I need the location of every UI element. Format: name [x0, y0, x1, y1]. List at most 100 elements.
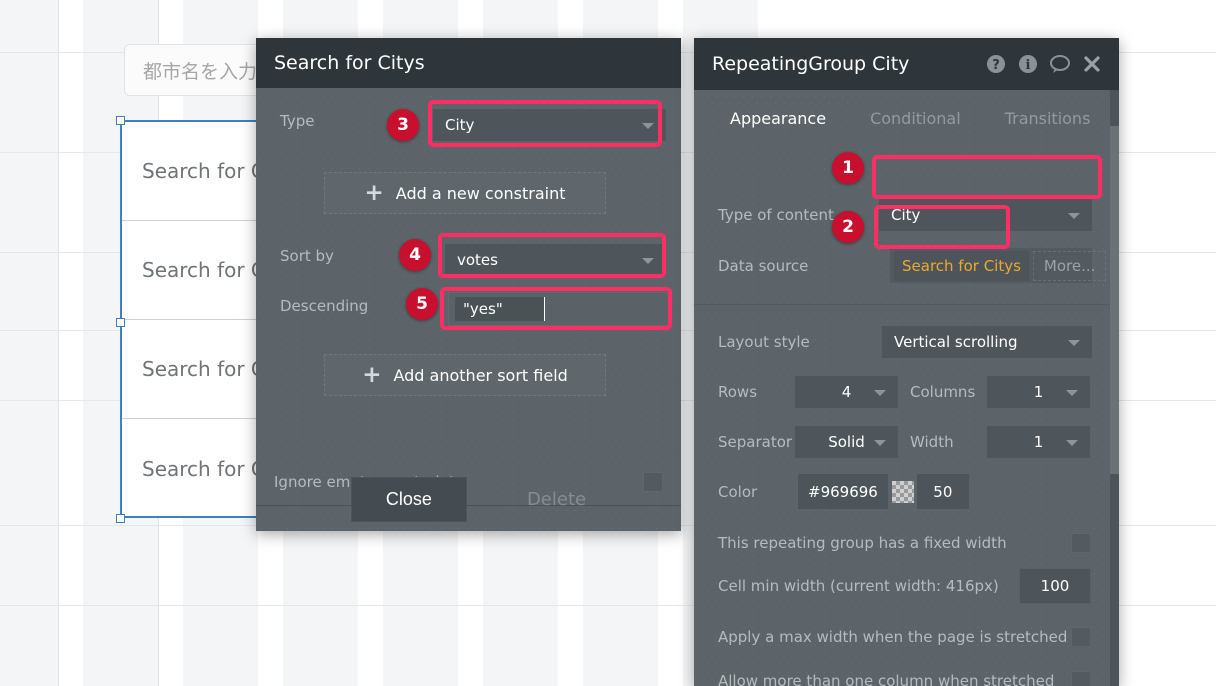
panel-titlebar: RepeatingGroup City ? i [694, 38, 1119, 90]
layout-style-label: Layout style [718, 333, 810, 351]
color-swatch-icon[interactable] [891, 480, 914, 503]
columns-dropdown[interactable]: 1 [986, 375, 1091, 409]
max-width-checkbox[interactable] [1071, 627, 1091, 647]
color-row: Color [718, 483, 757, 501]
type-of-content-dropdown[interactable]: City [878, 198, 1093, 232]
fixed-width-label: This repeating group has a fixed width [718, 534, 1007, 552]
chevron-down-icon [874, 440, 886, 446]
panel-tabs: Appearance Conditional Transitions [694, 90, 1119, 138]
sort-by-label: Sort by [280, 247, 334, 265]
separator-label: Separator [718, 433, 793, 451]
svg-text:i: i [1026, 58, 1031, 73]
info-icon[interactable]: i [1015, 51, 1041, 77]
comment-icon[interactable] [1047, 51, 1073, 77]
tab-transitions[interactable]: Transitions [983, 98, 1113, 138]
rows-label: Rows [718, 383, 758, 401]
cell-min-width-row: Cell min width (current width: 416px) 10… [718, 568, 1091, 604]
color-controls: #969696 50 [798, 474, 969, 509]
grid-line [58, 0, 59, 686]
type-label: Type [280, 112, 315, 130]
search-dialog-title: Search for Citys [274, 52, 425, 74]
layout-style-value: Vertical scrolling [894, 333, 1018, 351]
badge-5: 5 [406, 288, 438, 320]
panel-divider [694, 304, 1119, 305]
close-icon[interactable] [1079, 51, 1105, 77]
help-icon[interactable]: ? [983, 51, 1009, 77]
plus-icon: + [364, 179, 384, 206]
data-source-value[interactable]: Search for Citys [894, 250, 1029, 281]
rows-dropdown[interactable]: 4 [794, 375, 899, 409]
color-label: Color [718, 483, 758, 501]
columns-label: Columns [910, 383, 976, 401]
color-hex-field[interactable]: #969696 [798, 474, 888, 509]
separator-value: Solid [828, 433, 865, 451]
resize-handle-top-left[interactable] [116, 116, 125, 125]
panel-title-text: RepeatingGroup City [712, 53, 910, 75]
add-new-constraint-label: Add a new constraint [395, 183, 566, 203]
type-of-content-value: City [891, 206, 921, 224]
rows-value: 4 [841, 383, 852, 401]
chevron-down-icon [1068, 340, 1080, 346]
allow-columns-row[interactable]: Allow more than one column when stretche… [718, 668, 1091, 686]
sort-by-dropdown-value: votes [457, 251, 498, 269]
badge-4: 4 [399, 239, 431, 271]
layout-style-dropdown[interactable]: Vertical scrolling [881, 325, 1093, 359]
chevron-down-icon [642, 123, 654, 129]
width-dropdown[interactable]: 1 [986, 425, 1091, 459]
width-value: 1 [1033, 433, 1044, 451]
allow-columns-label: Allow more than one column when stretche… [718, 672, 1055, 686]
repeating-group-property-panel: RepeatingGroup City ? i Appearance Condi… [694, 38, 1119, 686]
descending-label: Descending [280, 297, 369, 315]
chevron-down-icon [1066, 390, 1078, 396]
add-new-constraint-button[interactable]: + Add a new constraint [324, 172, 606, 214]
cell-min-width-input[interactable]: 100 [1019, 568, 1091, 604]
max-width-label: Apply a max width when the page is stret… [718, 628, 1068, 646]
fixed-width-row[interactable]: This repeating group has a fixed width [718, 530, 1091, 556]
chevron-down-icon [1068, 213, 1080, 219]
panel-scrollbar-thumb[interactable] [1110, 126, 1119, 474]
resize-handle-bottom-left[interactable] [116, 514, 125, 523]
sort-by-row: Sort by [280, 247, 334, 265]
columns-value: 1 [1033, 383, 1044, 401]
separator-row: Separator [718, 433, 792, 451]
data-source-label: Data source [718, 257, 809, 275]
type-of-content-row: Type of content [718, 206, 834, 224]
resize-handle-middle-left[interactable] [116, 318, 125, 327]
tab-conditional[interactable]: Conditional [848, 98, 983, 138]
color-opacity-field[interactable]: 50 [916, 474, 969, 509]
chevron-down-icon [874, 390, 886, 396]
badge-1: 1 [832, 152, 864, 184]
plus-icon: + [362, 361, 382, 388]
data-source-field[interactable]: Search for Citys More... [890, 248, 1107, 283]
add-another-sort-field-button[interactable]: + Add another sort field [324, 354, 606, 396]
search-dialog-titlebar: Search for Citys [256, 38, 681, 88]
separator-dropdown[interactable]: Solid [794, 425, 899, 459]
descending-row: Descending [280, 297, 368, 315]
sort-by-dropdown[interactable]: votes [444, 243, 667, 277]
chevron-down-icon [1066, 440, 1078, 446]
badge-3: 3 [387, 109, 419, 141]
panel-scrollbar-track[interactable] [1110, 90, 1119, 686]
tab-appearance[interactable]: Appearance [708, 98, 849, 138]
delete-button[interactable]: Delete [527, 489, 586, 510]
close-button[interactable]: Close [350, 477, 467, 522]
grid-column [0, 0, 58, 686]
columns-row: Columns [910, 383, 975, 401]
search-for-citys-dialog: Search for Citys Type City + Add a new c… [256, 38, 681, 531]
svg-text:?: ? [992, 58, 1000, 73]
cell-min-width-label: Cell min width (current width: 416px) [718, 577, 999, 595]
width-row: Width [910, 433, 954, 451]
descending-value: "yes" [455, 297, 545, 321]
type-dropdown-value: City [445, 116, 475, 134]
descending-expression-field[interactable]: "yes" [448, 292, 671, 326]
type-of-content-label: Type of content [718, 206, 834, 224]
fixed-width-checkbox[interactable] [1071, 533, 1091, 553]
max-width-row[interactable]: Apply a max width when the page is stret… [718, 624, 1091, 650]
width-label: Width [910, 433, 954, 451]
data-source-more-button[interactable]: More... [1032, 250, 1107, 281]
type-dropdown[interactable]: City [432, 108, 667, 142]
data-source-row: Data source [718, 257, 808, 275]
city-name-input-placeholder: 都市名を入力 [143, 60, 258, 83]
allow-columns-checkbox[interactable] [1071, 671, 1091, 686]
type-row: Type [280, 112, 314, 130]
